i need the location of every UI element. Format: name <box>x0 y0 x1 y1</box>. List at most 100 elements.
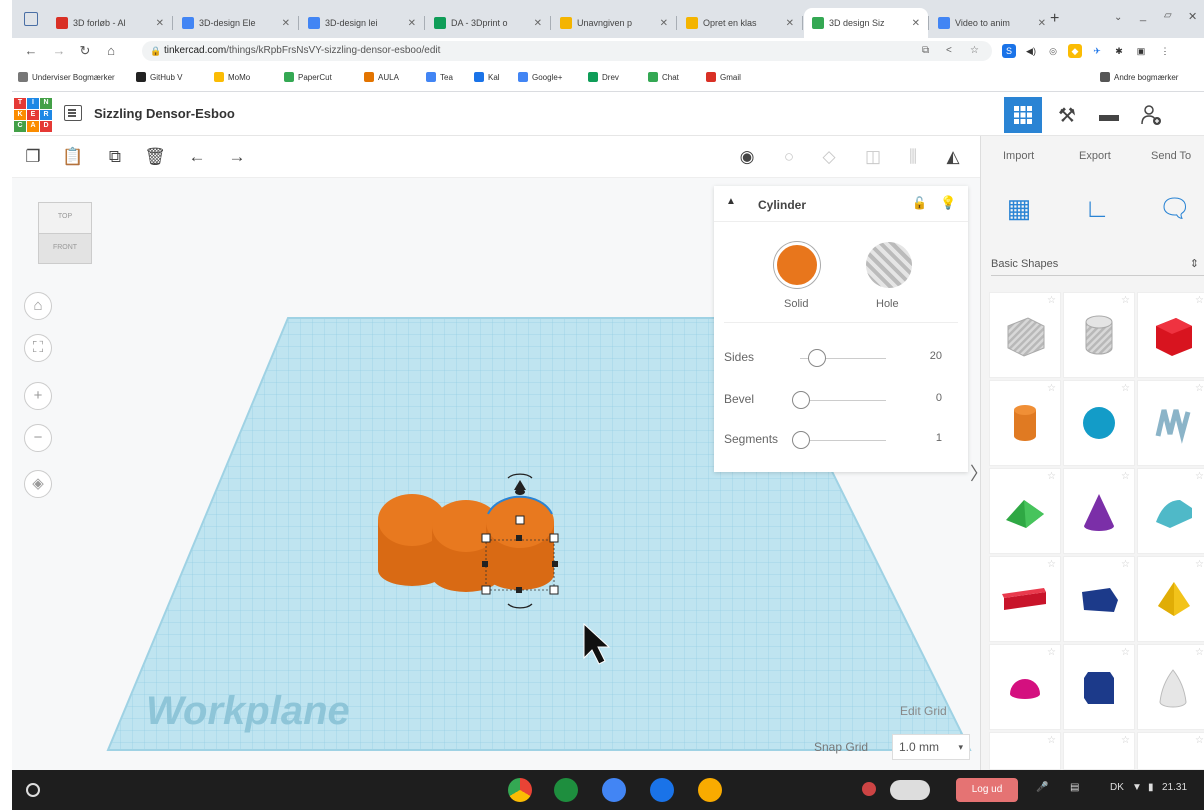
shape-half-sphere[interactable]: ☆ <box>989 644 1061 730</box>
forward-arrow-icon[interactable]: → <box>50 42 68 60</box>
paste-button[interactable]: 📋 <box>62 146 84 168</box>
lock-icon[interactable]: 🔓 <box>912 196 927 210</box>
design-list-icon[interactable] <box>64 105 82 121</box>
align-icon[interactable]: ⫼ <box>902 146 924 168</box>
logout-button[interactable]: Log ud <box>956 778 1018 802</box>
star-icon[interactable]: ☆ <box>1195 735 1204 746</box>
tab-close-icon[interactable]: ✕ <box>534 18 542 29</box>
share-icon[interactable]: < <box>946 41 952 61</box>
star-icon[interactable]: ☆ <box>1047 383 1056 394</box>
docs-app-icon[interactable] <box>602 778 626 802</box>
shape-cone[interactable]: ☆ <box>1063 468 1135 554</box>
sides-slider-knob[interactable] <box>808 349 826 367</box>
back-arrow-icon[interactable]: ← <box>22 42 40 60</box>
other-bookmarks-folder[interactable]: Andre bogmærker <box>1100 72 1178 82</box>
browser-tab[interactable]: 3D-design Ele ✕ <box>174 8 298 38</box>
bookmark-item[interactable]: Gmail <box>706 72 741 82</box>
browser-tab[interactable]: 3D-design lei ✕ <box>300 8 424 38</box>
bookmark-item[interactable]: Chat <box>648 72 679 82</box>
restore-icon[interactable]: ▱ <box>1164 10 1172 21</box>
group-icon[interactable]: ◇ <box>818 146 840 168</box>
segments-slider-track[interactable] <box>800 440 886 441</box>
shape-cylinder-hole[interactable]: ☆ <box>1063 292 1135 378</box>
hole-swatch[interactable] <box>866 242 912 288</box>
tab-close-icon[interactable]: ✕ <box>786 18 794 29</box>
browser-menu-icon[interactable]: ⋮ <box>1158 44 1172 58</box>
ungroup-icon[interactable]: ◫ <box>862 146 884 168</box>
tab-close-icon[interactable]: ✕ <box>408 18 416 29</box>
mirror-icon[interactable]: ◭ <box>942 146 964 168</box>
redo-button[interactable]: → <box>226 146 248 168</box>
home-icon[interactable]: ⌂ <box>102 42 120 60</box>
sidepanel-icon[interactable]: ▣ <box>1134 44 1148 58</box>
toggle-icon[interactable] <box>890 780 930 800</box>
bookmark-star-icon[interactable]: ☆ <box>970 41 979 61</box>
browser-tab[interactable]: Opret en klas ✕ <box>678 8 802 38</box>
zoom-out-icon[interactable]: − <box>24 424 52 452</box>
tab-close-icon[interactable]: ✕ <box>1038 18 1046 29</box>
copy-button[interactable]: ❐ <box>22 146 44 168</box>
shape-row6-2[interactable]: ☆ <box>1063 732 1135 770</box>
notes-tool-icon[interactable]: 🗨 <box>1157 190 1193 226</box>
view-cube[interactable]: TOP FRONT <box>38 202 92 266</box>
tinkercad-logo[interactable]: TIN KER CAD <box>14 98 52 132</box>
extension-icon-3[interactable]: ◎ <box>1046 44 1060 58</box>
add-user-button[interactable] <box>1132 97 1170 133</box>
star-icon[interactable]: ☆ <box>1195 295 1204 306</box>
edit-grid-button[interactable]: Edit Grid <box>900 704 947 718</box>
launcher-icon[interactable] <box>26 783 40 797</box>
segments-slider-knob[interactable] <box>792 431 810 449</box>
screen-record-icon[interactable] <box>862 782 876 796</box>
shape-row6-1[interactable]: ☆ <box>989 732 1061 770</box>
star-icon[interactable]: ☆ <box>1121 295 1130 306</box>
fit-view-icon[interactable]: ⛶ <box>24 334 52 362</box>
extension-icon-4[interactable]: ◆ <box>1068 44 1082 58</box>
bookmark-item[interactable]: PaperCut <box>284 72 332 82</box>
bricks-view-button[interactable]: ▬ <box>1090 97 1128 133</box>
snap-grid-select[interactable]: 1.0 mm ▾ <box>892 734 970 760</box>
light-bulb-icon[interactable]: ○ <box>778 146 800 168</box>
star-icon[interactable]: ☆ <box>1047 735 1056 746</box>
zoom-in-icon[interactable]: + <box>24 382 52 410</box>
segments-value[interactable]: 1 <box>936 432 942 444</box>
view-cube-front[interactable]: FRONT <box>38 234 92 264</box>
star-icon[interactable]: ☆ <box>1047 559 1056 570</box>
design-name[interactable]: Sizzling Densor-Esboo <box>94 106 235 121</box>
star-icon[interactable]: ☆ <box>1121 559 1130 570</box>
shape-roof[interactable]: ☆ <box>989 468 1061 554</box>
send-to-button[interactable]: Send To <box>1151 150 1191 162</box>
tab-menu-icon[interactable] <box>24 12 38 26</box>
shape-paraboloid[interactable]: ☆ <box>1137 644 1204 730</box>
tab-search-icon[interactable]: ⌄ <box>1114 12 1122 23</box>
extension-icon-2[interactable]: ◀) <box>1024 44 1038 58</box>
chrome-app-icon[interactable] <box>508 778 532 802</box>
shape-scribble[interactable]: ☆ <box>1137 380 1204 466</box>
export-button[interactable]: Export <box>1079 150 1111 162</box>
import-button[interactable]: Import <box>1003 150 1034 162</box>
bookmark-item[interactable]: Google+ <box>518 72 562 82</box>
browser-tab[interactable]: 3D design Siz ✕ <box>804 8 928 38</box>
shape-box-hole[interactable]: ☆ <box>989 292 1061 378</box>
shape-sphere[interactable]: ☆ <box>1063 380 1135 466</box>
browser-tab[interactable]: Unavngiven p ✕ <box>552 8 676 38</box>
bookmark-item[interactable]: Underviser Bogmærker <box>18 72 115 82</box>
star-icon[interactable]: ☆ <box>1121 383 1130 394</box>
clipboard-tray-icon[interactable]: ▤ <box>1070 782 1079 793</box>
workplane-tool-icon[interactable]: ▦ <box>1001 190 1037 226</box>
light-bulb-icon[interactable]: 💡 <box>940 195 956 211</box>
shape-row6-3[interactable]: ☆ <box>1137 732 1204 770</box>
sides-value[interactable]: 20 <box>930 350 942 362</box>
star-icon[interactable]: ☆ <box>1195 471 1204 482</box>
view-cube-top[interactable]: TOP <box>38 202 92 234</box>
3d-workspace[interactable]: Workplane TOP FRONT ⌂ ⛶ + − ◈ ▲ Cylinder… <box>12 178 980 770</box>
microphone-icon[interactable]: 🎤 <box>1036 782 1048 793</box>
duplicate-button[interactable]: ⧉ <box>104 146 126 168</box>
home-view-icon[interactable]: ⌂ <box>24 292 52 320</box>
solid-swatch[interactable] <box>774 242 820 288</box>
url-input[interactable]: 🔒 tinkercad.com/things/kRpbFrsNsVY-sizzl… <box>142 41 992 61</box>
keep-app-icon[interactable] <box>698 778 722 802</box>
browser-tab[interactable]: DA - 3Dprint o ✕ <box>426 8 550 38</box>
shape-text[interactable]: ☆ <box>989 556 1061 642</box>
collapse-caret-icon[interactable]: ▲ <box>726 196 736 207</box>
clock-time[interactable]: 21.31 <box>1162 782 1187 793</box>
